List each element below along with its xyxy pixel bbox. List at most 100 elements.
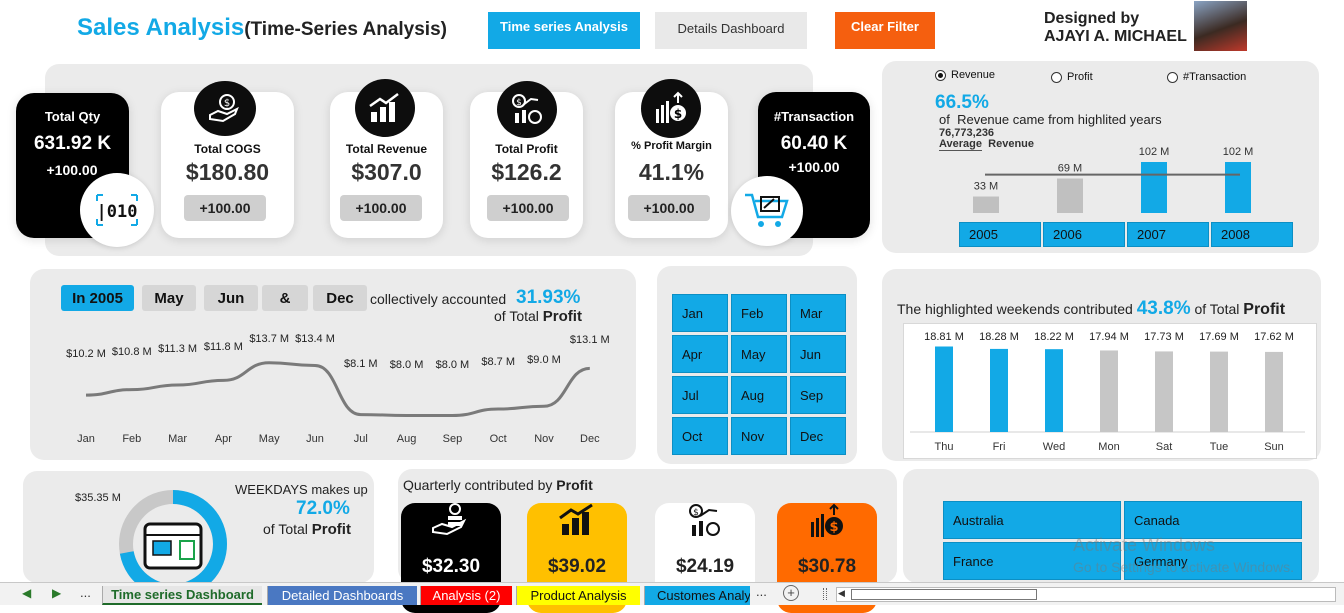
kpi-label: Total Revenue (345, 142, 428, 156)
scrollbar-thumb[interactable] (851, 589, 1037, 600)
profit-coin-icon: $ (497, 81, 557, 138)
kpi-label: Total Profit (495, 142, 558, 156)
month-slicer-oct[interactable]: Oct (672, 417, 728, 455)
clear-filter-button[interactable]: Clear Filter (835, 12, 935, 49)
next-sheet-icon[interactable]: ▶ (52, 586, 61, 600)
month-axis-label: Sep (443, 433, 463, 445)
radio-revenue[interactable]: Revenue (935, 69, 995, 81)
month-slicer-dec[interactable]: Dec (790, 417, 846, 455)
more-sheets-left[interactable]: ... (80, 585, 91, 600)
month-slicer-mar[interactable]: Mar (790, 294, 846, 332)
weekday-bar (1210, 351, 1228, 432)
monthly-line-chart: $10.2 M Jan $10.8 M Feb $11.3 M Mar $11.8 M Apr… (66, 333, 610, 445)
month-axis-label: Nov (534, 433, 554, 445)
month-value-label: $8.0 M (390, 359, 424, 371)
weekday-text2: of Total Profit (263, 521, 351, 538)
month-slicer-sep[interactable]: Sep (790, 376, 846, 414)
weekday-value-label: 17.69 M (1199, 331, 1239, 343)
month-slicer-apr[interactable]: Apr (672, 335, 728, 373)
month-slicer-nov[interactable]: Nov (731, 417, 787, 455)
year-slicer-2005[interactable]: 2005 (959, 222, 1041, 247)
radio-profit[interactable]: Profit (1051, 71, 1093, 83)
tab-analysis-2[interactable]: Analysis (2) (420, 586, 512, 605)
kpi-value: $126.2 (491, 159, 562, 185)
weekday-value-label: 17.73 M (1144, 331, 1184, 343)
hand-coins-icon (431, 503, 471, 542)
add-sheet-icon[interactable]: + (783, 585, 799, 601)
tab-time-series-dashboard[interactable]: Time series Dashboard (102, 586, 262, 605)
radio-label: #Transaction (1183, 71, 1247, 83)
weekday-bar (1155, 351, 1173, 432)
weekday-value-label: 18.81 M (924, 331, 964, 343)
kpi-delta: +100.00 (340, 195, 422, 221)
month-value-label: $11.8 M (204, 341, 243, 353)
month-value-label: $8.0 M (436, 359, 470, 371)
weekday-value-label: 18.22 M (1034, 331, 1074, 343)
year-bar (1057, 178, 1083, 213)
year-slicer-2006[interactable]: 2006 (1043, 222, 1125, 247)
kpi-delta: +100.00 (788, 159, 840, 175)
year-text-main: Revenue came from highlited years (957, 112, 1162, 127)
month-value-label: $8.7 M (481, 356, 515, 368)
radio-transaction[interactable]: #Transaction (1167, 71, 1246, 83)
tab-product-analysis[interactable]: Product Analysis (516, 586, 640, 605)
month-pct: 31.93% (516, 287, 581, 308)
tab-splitter-handle[interactable] (823, 588, 827, 600)
kpi-value: 41.1% (638, 159, 705, 185)
month-value-label: $8.1 M (344, 358, 378, 370)
tab-detailed-dashboards[interactable]: Detailed Dashboards (267, 586, 417, 605)
year-slicer-2007[interactable]: 2007 (1127, 222, 1209, 247)
weekday-metric: Profit (311, 521, 351, 538)
month-axis-label: Oct (490, 433, 507, 445)
sheet-tab-bar: ◀ ▶ ... Time series Dashboard Detailed D… (0, 582, 1344, 605)
quarter-value: $24.19 (675, 556, 735, 577)
weekday-value-label: 17.62 M (1254, 331, 1294, 343)
prev-sheet-icon[interactable]: ◀ (22, 586, 31, 600)
year-bar (973, 196, 999, 213)
weekday-value-label: 17.94 M (1089, 331, 1129, 343)
year-bar-label: 102 M (1223, 146, 1254, 158)
tab-customes-analysis[interactable]: Customes Analy (644, 586, 750, 605)
svg-text:$: $ (829, 520, 838, 535)
weekday-text2-pre: of Total (263, 521, 308, 537)
month-axis-label: Feb (122, 433, 141, 445)
year-pct: 66.5% (935, 92, 989, 113)
chip-jun: Jun (204, 285, 258, 311)
radio-dot (1051, 71, 1062, 83)
month-slicer-feb[interactable]: Feb (731, 294, 787, 332)
month-value-label: $9.0 M (527, 354, 561, 366)
year-bar-label: 102 M (1139, 146, 1170, 158)
weekday-bar (1100, 350, 1118, 432)
month-slicer-may[interactable]: May (731, 335, 787, 373)
year-slicer-2008[interactable]: 2008 (1211, 222, 1293, 247)
designer-photo (1194, 1, 1247, 51)
money-hand-icon: $ (194, 81, 256, 136)
scroll-left-icon[interactable]: ◀ (838, 588, 845, 599)
month-slicer-aug[interactable]: Aug (731, 376, 787, 414)
month-slicer-jan[interactable]: Jan (672, 294, 728, 332)
time-series-button[interactable]: Time series Analysis (488, 12, 640, 49)
month-slicer-jun[interactable]: Jun (790, 335, 846, 373)
designed-by-label: Designed by (1044, 10, 1140, 27)
svg-text:$: $ (674, 107, 682, 121)
year-text: of Revenue came from highlited years (939, 112, 1162, 127)
horizontal-scrollbar[interactable]: ◀ (836, 587, 1336, 602)
kpi-label: Total COGS (194, 142, 261, 156)
month-slicer-jul[interactable]: Jul (672, 376, 728, 414)
designer-credit: Designed by AJAYI A. MICHAEL (1044, 10, 1187, 46)
weekday-bar (935, 346, 953, 432)
country-slicer-australia[interactable]: Australia (943, 501, 1121, 539)
weekday-donut-chart (119, 490, 227, 583)
more-sheets-right[interactable]: ... (756, 584, 767, 599)
title-subtitle: (Time-Series Analysis) (244, 19, 447, 40)
dollar-up-icon: $ (641, 79, 701, 138)
kpi-label: Total Qty (44, 109, 101, 124)
dashboard-title: Sales Analysis(Time-Series Analysis) (77, 14, 447, 42)
kpi-value: $180.80 (185, 159, 270, 185)
barcode-icon: |010 (80, 173, 154, 247)
country-slicer-canada[interactable]: Canada (1124, 501, 1302, 539)
details-dashboard-button[interactable]: Details Dashboard (655, 12, 807, 49)
dollar-up-icon: $ (807, 503, 847, 546)
quarter-title: Quarterly contributed by Profit (403, 477, 593, 493)
year-bar (1141, 162, 1167, 213)
